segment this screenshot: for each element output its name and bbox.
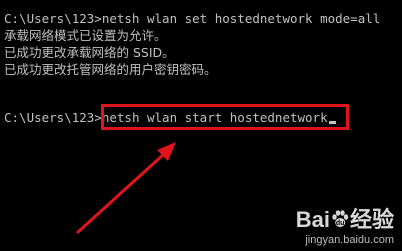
svg-text:du: du [336, 220, 345, 227]
watermark-brand-left: Bai [295, 207, 330, 233]
watermark-url: jingyan.baidu.com [305, 234, 394, 246]
watermark-brand: Bai du 经验 [296, 208, 394, 234]
watermark-brand-right: 经验 [349, 207, 394, 233]
baidu-watermark: Bai du 经验 jingyan.baidu.com [296, 208, 394, 247]
paw-icon: du [330, 209, 350, 234]
